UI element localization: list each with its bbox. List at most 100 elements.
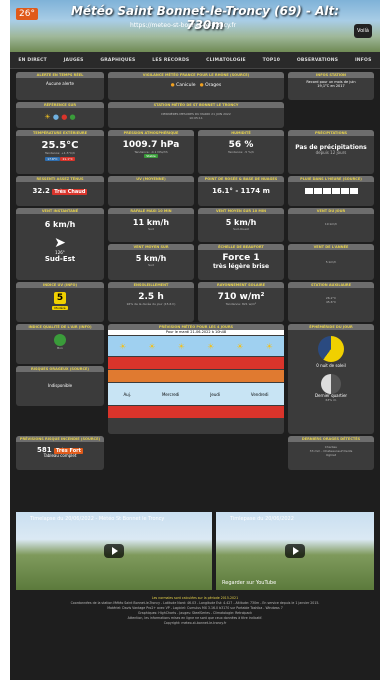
- current-temp-badge: 26°: [16, 8, 38, 20]
- voila-logo[interactable]: Voilà: [354, 24, 372, 38]
- tile-title: PLUIE DANS L'HEURE (SOURCE): [288, 176, 374, 182]
- nav-graphiques[interactable]: GRAPHIQUES: [100, 58, 135, 63]
- station-tile: STATION MÉTÉO DE ST BONNET LE TRONCY DER…: [108, 102, 284, 128]
- sun-icon: ☀: [236, 341, 244, 351]
- sun-icon: ☀: [119, 341, 127, 351]
- tile-title: TEMPÉRATURE EXTÉRIEURE: [16, 130, 104, 136]
- tile-title: VENT MOYEN SUR 10 MIN: [198, 208, 284, 214]
- alert-value: Aucune alerte: [46, 81, 74, 86]
- alert-tile: ALERTE EN TEMPS RÉEL Aucune alerte: [16, 72, 104, 100]
- storm-line3: Ogliret: [325, 453, 337, 457]
- nav-records[interactable]: LES RECORDS: [152, 58, 189, 63]
- wind-arrow-icon: ➤: [54, 235, 66, 251]
- tile-title: PRESSION ATMOSPHÉRIQUE: [108, 130, 194, 136]
- ressenti-value: 32.2: [32, 187, 50, 195]
- footer-line5[interactable]: Copyright: meteo-st-bonnet-le-troncy.fr: [16, 621, 374, 626]
- tile-title: ENSOLEILLEMENT: [108, 282, 194, 288]
- temp-min: 17.6°C: [45, 157, 60, 161]
- uv-mean-tile[interactable]: UV (MOYENNE): [108, 176, 194, 206]
- forecast-day: Jeudi: [210, 391, 221, 397]
- wind-10min-tile[interactable]: VENT MOYEN SUR 10 MIN 5 km/h Sud-Ouest: [198, 208, 284, 242]
- forecast-banner: Pour le mardi 21-06-2022 à 10h48: [108, 330, 284, 335]
- wind-mean-dir: Sud: [148, 263, 154, 267]
- uv-index-tile[interactable]: INDICE UV (INFO) 5 Modéré: [16, 282, 104, 322]
- forecast-wind-row: [108, 370, 284, 382]
- forecast-temp-row: [108, 357, 284, 369]
- beaufort-desc: très légère brise: [212, 263, 270, 270]
- forecast-temp-row-2: [108, 406, 284, 418]
- radiation-tile[interactable]: RAYONNEMENT SOLAIRE 710 w/m² Tendance: 8…: [198, 282, 284, 322]
- beaufort-tile[interactable]: ÉCHELLE DE BEAUFORT Force 1 très légère …: [198, 244, 284, 280]
- last-storms-tile[interactable]: DERNIERS ORAGES DÉTECTÉS Charlieu 33 mm …: [288, 436, 374, 470]
- footer: Les normales sont calculées sur la pério…: [16, 596, 374, 626]
- daylight-chart-icon: [318, 336, 344, 362]
- nav-infos[interactable]: INFOS: [355, 58, 372, 63]
- fire-risk-tile[interactable]: PRÉVISIONS RISQUE INCENDIE (SOURCE) 581 …: [16, 436, 104, 470]
- forecast-tile[interactable]: PRÉVISION MÉTÉO POUR LES 4 JOURS Pour le…: [108, 324, 284, 434]
- tile-title: RISQUES ORAGEUX (SOURCE): [16, 366, 104, 372]
- wind-day-tile[interactable]: VENT DU JOUR 19 km/h: [288, 208, 374, 242]
- precip-since: depuis 12 jours: [315, 150, 347, 155]
- nav-jauges[interactable]: JAUGES: [64, 58, 84, 63]
- tile-title: VENT DU JOUR: [288, 208, 374, 214]
- air-quality-tile[interactable]: INDICE QUALITÉ DE L'AIR (INFO) Bon: [16, 324, 104, 364]
- forecast-day: Auj.: [123, 391, 132, 397]
- wind-mean-tile[interactable]: VENT MOYEN SUR 5 km/h Sud: [108, 244, 194, 280]
- tile-title: ALERTE EN TEMPS RÉEL: [16, 72, 104, 78]
- sunshine-tile[interactable]: ENSOLEILLEMENT 2.5 h 16% de la durée du …: [108, 282, 194, 322]
- weather-icon[interactable]: ☀: [44, 113, 50, 121]
- site-frame: 26° Météo Saint Bonnet-le-Troncy (69) - …: [10, 0, 380, 680]
- info-station-tile: INFOS STATION Record pour un mois de jui…: [288, 72, 374, 100]
- ressenti-tile[interactable]: RESSENTI ASSEZ TÉNUS 32.2 Très Chaud: [16, 176, 104, 206]
- wind-year-tile[interactable]: VENT DE L'ANNÉE 5 km/h: [288, 244, 374, 280]
- play-icon[interactable]: [285, 544, 305, 558]
- wind-instant-value: 6 km/h: [44, 220, 76, 229]
- network-icon[interactable]: ●: [70, 113, 76, 121]
- pressure-value: 1009.7 hPa: [122, 140, 180, 150]
- ressenti-tag: Très Chaud: [52, 189, 88, 195]
- nav-top10[interactable]: TOP10: [263, 58, 280, 63]
- site-url[interactable]: https://meteo-st-bonnet-le-troncy.fr: [130, 22, 236, 29]
- dewpoint-tile[interactable]: POINT DE ROSÉE & BASE DE NUAGES 16.1° - …: [198, 176, 284, 206]
- station-icon[interactable]: ●: [53, 113, 59, 121]
- vigilance-orages: Orages: [205, 83, 222, 88]
- tile-title: VENT MOYEN SUR: [108, 244, 194, 250]
- gust-tile[interactable]: RAFALE MAXI 10 MIN 11 km/h Sud: [108, 208, 194, 242]
- nav-observations[interactable]: OBSERVATIONS: [297, 58, 338, 63]
- temperature-value: 25.5°C: [41, 140, 79, 151]
- vigilance-tile: VIGILANCE MÉTÉO FRANCE POUR LE RHÔNE (SO…: [108, 72, 284, 100]
- partner-icon[interactable]: ●: [61, 113, 67, 121]
- ephemeris-tile[interactable]: ÉPHÉMÉRIDE DU JOUR 0 nuit de soleil Dern…: [288, 324, 374, 434]
- storm-risk-tile[interactable]: RISQUES ORAGEUX (SOURCE) Indisponible: [16, 366, 104, 406]
- wind-instant-tile[interactable]: VENT INSTANTANÉ 6 km/h ➤ 126° Sud-Est: [16, 208, 104, 280]
- play-icon[interactable]: [104, 544, 124, 558]
- tile-title: ÉCHELLE DE BEAUFORT: [198, 244, 284, 250]
- temperature-tile[interactable]: TEMPÉRATURE EXTÉRIEURE 25.5°C Tendance: …: [16, 130, 104, 174]
- precip-tile[interactable]: PRÉCIPITATIONS Pas de précipitations dep…: [288, 130, 374, 174]
- nav-climatologie[interactable]: CLIMATOLOGIE: [206, 58, 246, 63]
- wind-year-value: 5 km/h: [325, 260, 337, 264]
- timelapse-video-left[interactable]: Timelapse du 20/06/2022 - Météo St Bonne…: [16, 512, 212, 590]
- timelapse-video-right[interactable]: Timlepase du 20/06/2022 Regarder sur You…: [216, 512, 374, 590]
- youtube-link[interactable]: Regarder sur YouTube: [222, 580, 276, 586]
- rain-hour-tile[interactable]: PLUIE DANS L'HEURE (SOURCE): [288, 176, 374, 206]
- nav-en-direct[interactable]: EN DIRECT: [18, 58, 47, 63]
- fire-risk-link[interactable]: Tableau complet: [16, 454, 104, 458]
- gust-value: 11 km/h: [132, 218, 170, 227]
- forecast-day: Vendredi: [250, 391, 269, 397]
- forecast-day: Mercredi: [161, 391, 180, 397]
- reference-icons: ☀ ● ● ●: [16, 113, 104, 121]
- wind-10min-value: 5 km/h: [225, 218, 257, 227]
- humidity-tile[interactable]: HUMIDITÉ 56 % Tendance: -5 %/h: [198, 130, 284, 174]
- tile-title: INDICE UV (INFO): [16, 282, 104, 288]
- pressure-tile[interactable]: PRESSION ATMOSPHÉRIQUE 1009.7 hPa Tendan…: [108, 130, 194, 174]
- pressure-state: Stable: [144, 154, 158, 158]
- canicule-icon: ●: [170, 83, 175, 88]
- aux-station-tile[interactable]: STATION AUXILIAIRE 26.2°C 45.6°C: [288, 282, 374, 322]
- vigilance-items: ● Canicule ● Orages: [108, 83, 284, 88]
- tile-title: RAFALE MAXI 10 MIN: [108, 208, 194, 214]
- wind-day-max: 19 km/h: [324, 222, 338, 226]
- gust-dir: Sud: [148, 227, 154, 231]
- wind-10min-dir: Sud-Ouest: [233, 227, 249, 231]
- tile-title: STATION MÉTÉO DE ST BONNET LE TRONCY: [108, 102, 284, 108]
